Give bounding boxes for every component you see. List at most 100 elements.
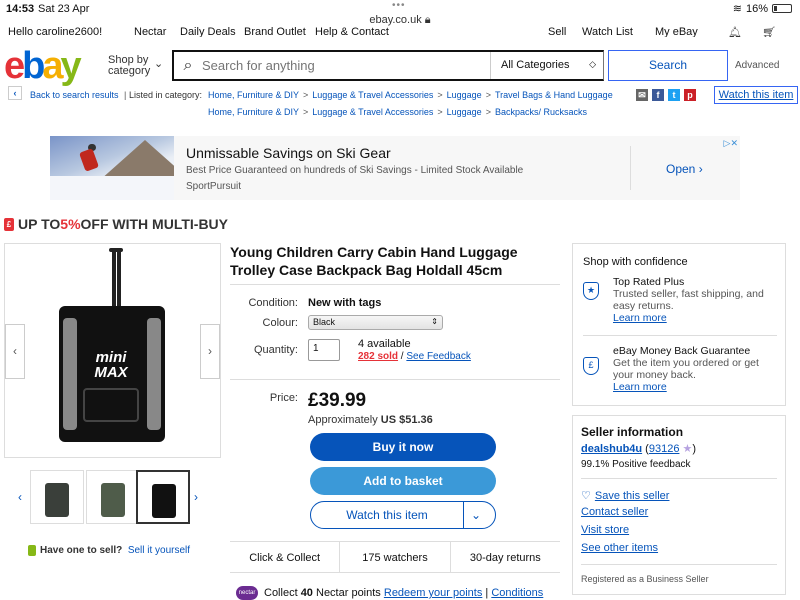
mbg-title: eBay Money Back Guarantee bbox=[613, 345, 751, 357]
ad-banner[interactable]: Unmissable Savings on Ski Gear Best Pric… bbox=[50, 136, 740, 200]
ad-title: Unmissable Savings on Ski Gear bbox=[186, 145, 391, 161]
shop-by-category[interactable]: Shop by category ⌄ bbox=[108, 55, 163, 77]
returns-info: 30-day returns bbox=[469, 552, 541, 564]
seller-name-link[interactable]: dealshub4u bbox=[581, 443, 642, 455]
ad-image bbox=[50, 136, 174, 200]
see-feedback-link[interactable]: See Feedback bbox=[406, 351, 471, 362]
product-title: Young Children Carry Cabin Hand Luggage … bbox=[230, 244, 518, 278]
brand-outlet-link[interactable]: Brand Outlet bbox=[244, 26, 306, 37]
quantity-input[interactable]: 1 bbox=[308, 339, 340, 361]
multibuy-pre: UP TO bbox=[18, 216, 61, 232]
visit-store-link[interactable]: Visit store bbox=[581, 524, 629, 536]
my-ebay-link[interactable]: My eBay bbox=[655, 26, 698, 37]
crumb-link[interactable]: Luggage & Travel Accessories bbox=[312, 107, 433, 117]
nectar-info: nectar Collect 40 Nectar points Redeem yo… bbox=[236, 586, 543, 600]
watch-item-top-button[interactable]: Watch this item bbox=[714, 86, 798, 104]
ebay-logo[interactable]: ebay bbox=[4, 46, 82, 86]
category-label: category bbox=[108, 65, 151, 77]
twitter-icon[interactable]: t bbox=[668, 89, 680, 101]
ad-open-link[interactable]: Open › bbox=[666, 162, 703, 176]
save-seller-link[interactable]: ♡ Save this seller bbox=[581, 489, 669, 502]
seller-feedback: 99.1% Positive feedback bbox=[581, 459, 691, 470]
ebay-top-nav: Hello caroline2600! Nectar Daily Deals B… bbox=[0, 23, 800, 37]
nectar-icon: nectar bbox=[236, 586, 258, 600]
chevron-right-icon: › bbox=[698, 162, 703, 176]
crumb-link[interactable]: Travel Bags & Hand Luggage bbox=[495, 90, 613, 100]
learn-more-link[interactable]: Learn more bbox=[613, 312, 667, 324]
image-gallery[interactable]: mini MAX ‹ › bbox=[4, 243, 221, 458]
search-input[interactable] bbox=[202, 58, 490, 73]
gallery-prev-button[interactable]: ‹ bbox=[5, 324, 25, 379]
sell-it-yourself-link[interactable]: Sell it yourself bbox=[128, 545, 190, 556]
sold-info: 282 sold / See Feedback bbox=[358, 351, 471, 362]
seller-score-link[interactable]: 93126 bbox=[649, 443, 680, 455]
thumbs-next-icon[interactable]: › bbox=[194, 490, 198, 504]
cart-icon[interactable]: 🛒︎ bbox=[762, 26, 776, 37]
facebook-icon[interactable]: f bbox=[652, 89, 664, 101]
confidence-heading: Shop with confidence bbox=[583, 256, 688, 268]
multibuy-percent: 5% bbox=[60, 216, 81, 232]
money-back-row: £ eBay Money Back Guarantee Get the item… bbox=[583, 345, 779, 397]
thumbs-prev-icon[interactable]: ‹ bbox=[18, 490, 22, 504]
price-tag-icon: £ bbox=[4, 217, 14, 231]
gallery-next-button[interactable]: › bbox=[200, 324, 220, 379]
daily-deals-link[interactable]: Daily Deals bbox=[180, 26, 236, 37]
watch-list-link[interactable]: Watch List bbox=[582, 26, 633, 37]
help-contact-link[interactable]: Help & Contact bbox=[315, 26, 389, 37]
sell-link[interactable]: Sell bbox=[548, 26, 566, 37]
contact-seller-link[interactable]: Contact seller bbox=[581, 506, 648, 518]
watch-item-button[interactable]: Watch this item ⌄ bbox=[310, 501, 496, 529]
colour-select-value: Black bbox=[313, 317, 336, 327]
crumb-link[interactable]: Luggage & Travel Accessories bbox=[312, 90, 433, 100]
email-icon[interactable]: ✉ bbox=[636, 89, 648, 101]
pinterest-icon[interactable]: p bbox=[684, 89, 696, 101]
thumbnail[interactable] bbox=[30, 470, 84, 524]
category-path-2: Home, Furniture & DIY > Luggage & Travel A… bbox=[208, 107, 587, 117]
back-arrow-icon[interactable]: ‹ bbox=[8, 86, 22, 100]
crumb-link[interactable]: Backpacks/ Rucksacks bbox=[495, 107, 587, 117]
nectar-link[interactable]: Nectar bbox=[134, 26, 166, 37]
chevron-down-icon[interactable]: ⌄ bbox=[471, 502, 481, 528]
sell-prompt: Have one to sell? Sell it yourself bbox=[28, 545, 190, 556]
status-right: ≋ 16% bbox=[733, 2, 792, 15]
available-count: 4 available bbox=[358, 338, 411, 350]
crumb-link[interactable]: Luggage bbox=[447, 107, 482, 117]
learn-more-link[interactable]: Learn more bbox=[613, 381, 667, 393]
listed-in-label: Listed in category: bbox=[129, 90, 203, 100]
select-arrow-icon: ⇕ bbox=[431, 317, 438, 326]
mbg-desc: Get the item you ordered or get your mon… bbox=[613, 357, 759, 381]
condition-value: New with tags bbox=[308, 297, 382, 309]
search-bar: ⌕ All Categories ◇ bbox=[172, 50, 604, 81]
bell-icon[interactable]: 🔔︎ bbox=[728, 26, 742, 37]
redeem-points-link[interactable]: Redeem your points bbox=[384, 587, 482, 599]
crumb-link[interactable]: Home, Furniture & DIY bbox=[208, 90, 299, 100]
crumb-link[interactable]: Home, Furniture & DIY bbox=[208, 107, 299, 117]
crumb-link[interactable]: Luggage bbox=[447, 90, 482, 100]
money-shield-icon: £ bbox=[583, 357, 599, 375]
ad-choices-icon[interactable]: ▷✕ bbox=[724, 138, 738, 149]
advanced-search-link[interactable]: Advanced bbox=[735, 60, 779, 71]
conditions-link[interactable]: Conditions bbox=[491, 587, 543, 599]
thumbnail-strip: ‹ › bbox=[14, 470, 214, 526]
watchers-count: 175 watchers bbox=[340, 542, 451, 572]
nectar-points: 40 bbox=[300, 586, 313, 599]
click-collect: Click & Collect bbox=[230, 542, 341, 572]
ad-open-label: Open bbox=[666, 162, 696, 176]
top-rated-title: Top Rated Plus bbox=[613, 276, 685, 288]
back-to-search-link[interactable]: Back to search results bbox=[30, 90, 119, 100]
more-dots-icon[interactable]: ••• bbox=[392, 0, 406, 11]
search-button[interactable]: Search bbox=[608, 50, 728, 81]
greeting-link[interactable]: Hello caroline2600! bbox=[8, 26, 102, 37]
sold-count-link[interactable]: 282 sold bbox=[358, 351, 398, 362]
colour-select[interactable]: Black ⇕ bbox=[308, 315, 443, 330]
see-other-items-link[interactable]: See other items bbox=[581, 542, 658, 554]
buy-it-now-button[interactable]: Buy it now bbox=[310, 433, 496, 461]
shield-star-icon: ★ bbox=[583, 282, 599, 300]
thumbnail-selected[interactable] bbox=[136, 470, 190, 524]
add-to-basket-button[interactable]: Add to basket bbox=[310, 467, 496, 495]
category-select[interactable]: All Categories ◇ bbox=[490, 52, 604, 79]
perks-bar: Click & Collect 175 watchers 30-day retu… bbox=[230, 541, 560, 573]
multibuy-banner: £ UP TO 5% OFF WITH MULTI-BUY bbox=[4, 216, 228, 232]
chevron-down-icon: ⌄ bbox=[154, 58, 164, 70]
thumbnail[interactable] bbox=[86, 470, 140, 524]
